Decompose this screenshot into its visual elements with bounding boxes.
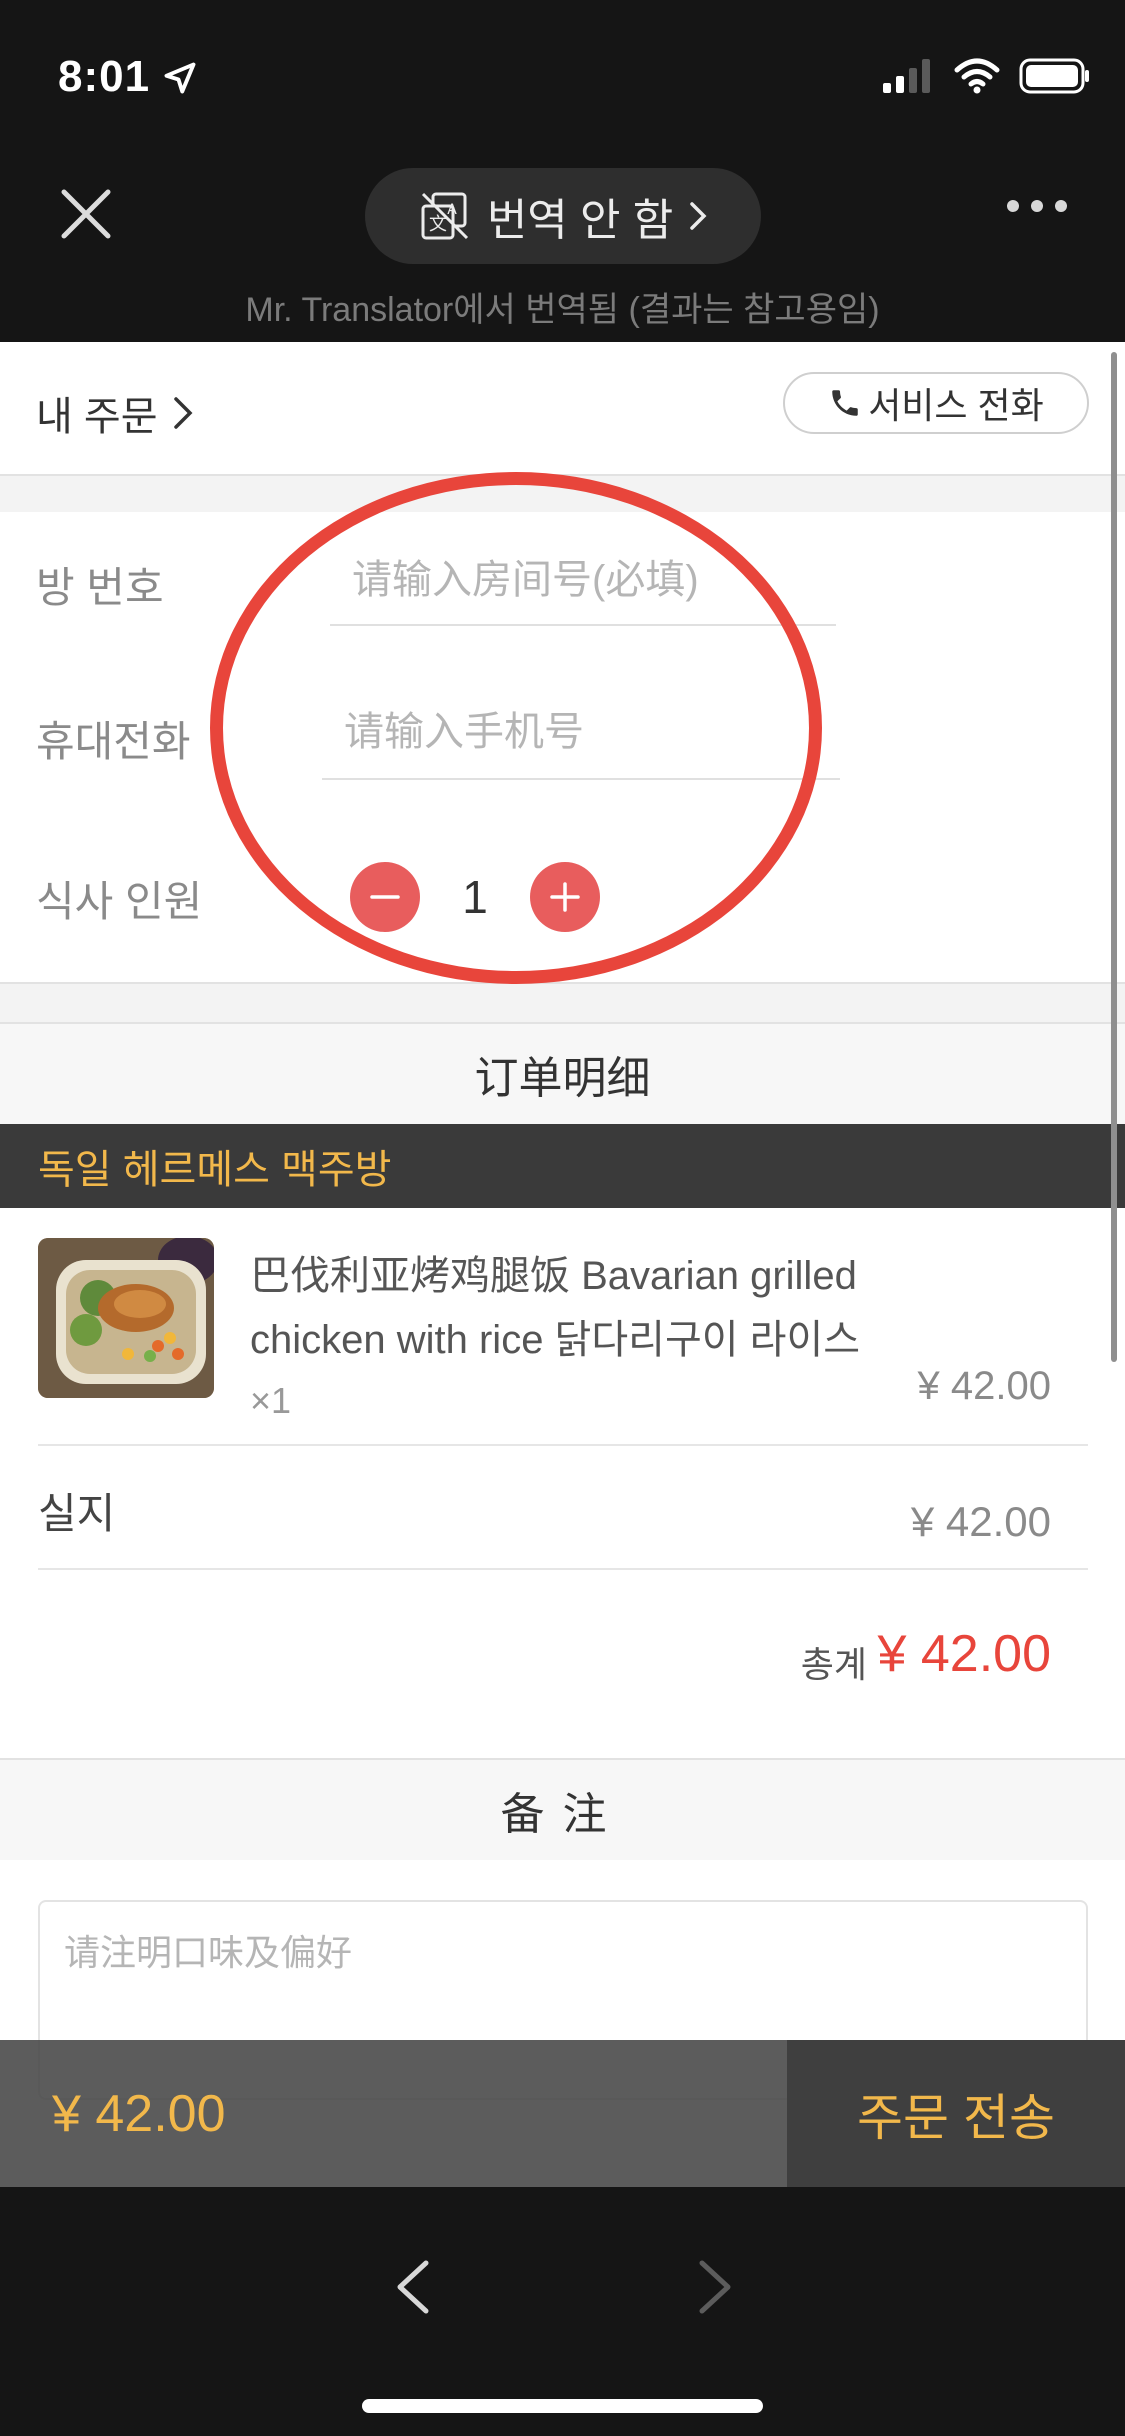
room-number-label: 방 번호	[36, 564, 164, 611]
divider	[38, 1444, 1088, 1446]
close-icon[interactable]	[58, 186, 114, 242]
dish-image	[38, 1238, 214, 1398]
diners-count-label: 식사 인원	[36, 878, 203, 925]
room-number-input[interactable]	[330, 536, 836, 626]
mobile-phone-input[interactable]	[322, 686, 840, 780]
service-call-button[interactable]: 서비스 전화	[783, 372, 1089, 434]
decrease-button[interactable]	[350, 862, 420, 932]
scrollbar[interactable]	[1111, 352, 1117, 1362]
shop-name: 독일 헤르메스 맥주방	[0, 1124, 1125, 1208]
total-label: 총계	[800, 1644, 867, 1685]
order-header: 내 주문 서비스 전화	[0, 342, 1125, 476]
back-icon[interactable]	[390, 2257, 434, 2317]
chevron-right-icon	[173, 397, 192, 429]
remark-title: 备注	[0, 1760, 1125, 1860]
translation-notice: Mr. Translator에서 번역됨 (결과는 참고용임)	[245, 291, 880, 329]
my-order-link[interactable]: 내 주문	[36, 384, 194, 442]
browser-bottom-bar	[0, 2187, 1125, 2436]
translate-toggle-label: 번역 안 함	[486, 196, 674, 245]
order-detail-card: 订单明细 독일 헤르메스 맥주방 巴伐利亚烤鸡腿饭 Bavarian grill…	[0, 1022, 1125, 1762]
translate-toggle-button[interactable]: 文 A 번역 안 함	[365, 168, 761, 264]
dish-name: 巴伐利亚烤鸡腿饭 Bavarian grilled chicken with r…	[250, 1254, 861, 1362]
submit-order-button[interactable]: 주문 전송	[787, 2040, 1125, 2187]
status-time: 8:01	[58, 52, 151, 101]
divider	[38, 1568, 1088, 1570]
phone-icon	[832, 390, 858, 416]
diners-count-value: 1	[462, 871, 488, 923]
total-value: ¥ 42.00	[877, 1625, 1052, 1683]
dish-price: ¥ 42.00	[917, 1364, 1051, 1408]
signal-icon	[883, 59, 930, 93]
chevron-right-icon	[690, 202, 707, 230]
paid-value: ¥ 42.00	[910, 1498, 1051, 1545]
more-options-icon[interactable]	[1007, 200, 1067, 212]
wifi-icon	[954, 58, 1000, 94]
paid-label: 실지	[38, 1490, 116, 1537]
checkout-bar: ¥ 42.00 주문 전송	[0, 2040, 1125, 2187]
checkout-total: ¥ 42.00	[0, 2040, 787, 2187]
order-form: 방 번호 휴대전화 식사 인원 1	[0, 512, 1125, 984]
battery-icon	[1019, 58, 1089, 94]
translate-off-icon: 文 A	[421, 192, 468, 240]
location-arrow-icon	[164, 62, 196, 94]
home-indicator[interactable]	[362, 2399, 763, 2413]
service-call-label: 서비스 전화	[868, 385, 1044, 426]
order-detail-title: 订单明细	[0, 1024, 1125, 1124]
plus-icon	[550, 882, 580, 912]
dish-quantity: ×1	[250, 1380, 292, 1421]
minus-icon	[370, 895, 400, 899]
status-indicators	[883, 58, 1091, 94]
browser-top-bar: 8:01 文 A 번역 안 함 Mr. Translator에서 번역됨 (결과…	[0, 0, 1125, 342]
svg-text:A: A	[447, 202, 457, 218]
forward-icon	[699, 2260, 731, 2314]
increase-button[interactable]	[530, 862, 600, 932]
web-content: 내 주문 서비스 전화 방 번호 휴대전화 식사 인원 1	[0, 342, 1125, 2187]
diners-stepper: 1	[350, 862, 600, 932]
mobile-phone-label: 휴대전화	[36, 718, 191, 765]
my-order-label: 내 주문	[36, 395, 158, 439]
